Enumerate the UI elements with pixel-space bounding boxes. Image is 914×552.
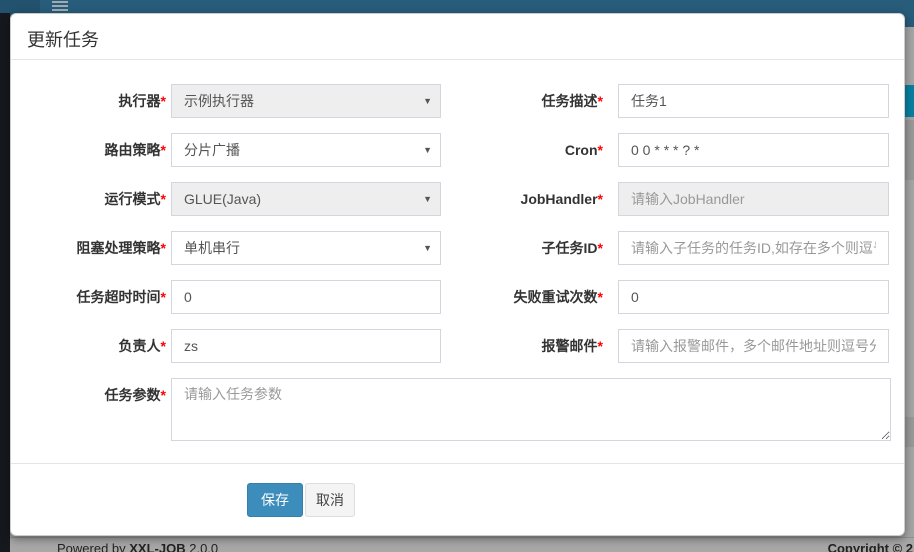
modal-header: 更新任务 <box>11 14 904 60</box>
save-button[interactable]: 保存 <box>247 483 303 517</box>
background-button-peek <box>905 85 914 117</box>
label-child-job-id: 子任务ID* <box>421 231 603 265</box>
fail-retry-count-input[interactable] <box>618 280 889 314</box>
label-task-description: 任务描述* <box>421 84 603 118</box>
footer-powered-by: Powered by XXL-JOB 2.0.0 <box>57 541 218 552</box>
update-task-modal: 更新任务 执行器* 示例执行器▼ 任务描述* 路由策略* 分片广播▼ Cron*… <box>10 13 905 536</box>
glue-type-select[interactable]: GLUE(Java)▼ <box>171 182 441 216</box>
hamburger-menu-icon[interactable] <box>52 1 68 13</box>
timeout-input[interactable] <box>171 280 441 314</box>
route-strategy-select[interactable]: 分片广播▼ <box>171 133 441 167</box>
task-description-input[interactable] <box>618 84 889 118</box>
modal-title: 更新任务 <box>27 26 99 52</box>
modal-footer-divider <box>11 463 904 464</box>
label-fail-retry-count: 失败重试次数* <box>421 280 603 314</box>
footer-copyright: Copyright © 2 <box>828 541 913 552</box>
cancel-button[interactable]: 取消 <box>305 483 355 517</box>
cron-input[interactable] <box>618 133 889 167</box>
sidebar-edge <box>0 13 10 552</box>
author-input[interactable] <box>171 329 441 363</box>
screen: Powered by XXL-JOB 2.0.0 Copyright © 2 更… <box>0 0 914 552</box>
label-glue-type: 运行模式* <box>11 182 166 216</box>
alarm-email-input[interactable] <box>618 329 889 363</box>
label-cron: Cron* <box>421 133 603 167</box>
label-route-strategy: 路由策略* <box>11 133 166 167</box>
label-executor: 执行器* <box>11 84 166 118</box>
executor-select[interactable]: 示例执行器▼ <box>171 84 441 118</box>
task-param-textarea[interactable] <box>171 378 891 441</box>
block-strategy-select[interactable]: 单机串行▼ <box>171 231 441 265</box>
jobhandler-input[interactable] <box>618 182 889 216</box>
label-block-strategy: 阻塞处理策略* <box>11 231 166 265</box>
page-footer: Powered by XXL-JOB 2.0.0 Copyright © 2 <box>0 537 914 552</box>
child-job-id-input[interactable] <box>618 231 889 265</box>
label-alarm-email: 报警邮件* <box>421 329 603 363</box>
label-task-param: 任务参数* <box>11 378 166 412</box>
label-timeout: 任务超时时间* <box>11 280 166 314</box>
label-jobhandler: JobHandler* <box>421 182 603 216</box>
label-author: 负责人* <box>11 329 166 363</box>
